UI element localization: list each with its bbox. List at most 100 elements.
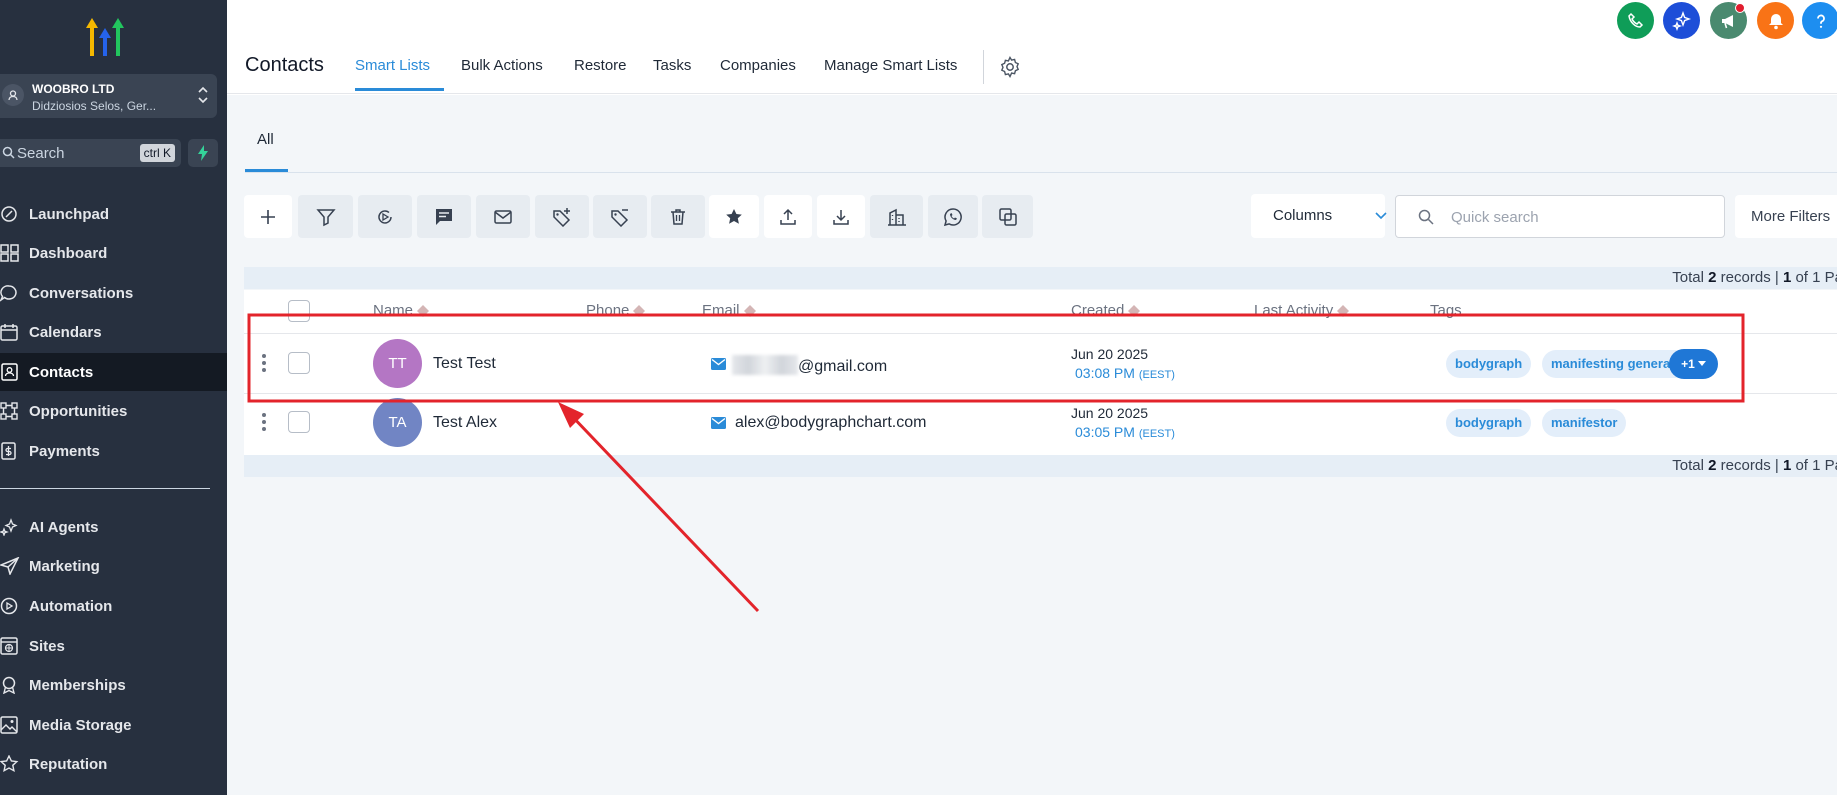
import-button[interactable] xyxy=(817,195,865,238)
add-contact-button[interactable] xyxy=(244,195,292,238)
search-shortcut: ctrl K xyxy=(139,144,175,162)
select-all-checkbox[interactable] xyxy=(288,300,310,322)
automation-button[interactable] xyxy=(358,195,412,238)
column-header-name[interactable]: Name xyxy=(373,302,430,319)
plus-icon xyxy=(261,209,275,224)
sidebar-item-calendars[interactable]: Calendars xyxy=(0,313,227,351)
review-request-button[interactable] xyxy=(709,195,759,238)
row-checkbox[interactable] xyxy=(288,352,310,374)
image-icon xyxy=(0,716,18,734)
more-filters-button[interactable]: More Filters xyxy=(1735,195,1837,238)
automation-icon xyxy=(0,597,18,615)
whatsapp-button[interactable] xyxy=(928,195,978,238)
avatar[interactable]: TA xyxy=(373,398,422,447)
quick-action-button[interactable] xyxy=(188,139,218,167)
contact-email[interactable]: @gmail.com xyxy=(732,355,887,376)
created-time: 03:05 PM (EEST) xyxy=(1075,424,1175,440)
sidebar-item-ai-agents[interactable]: AI Agents xyxy=(0,508,227,546)
tag-badge[interactable]: bodygraph xyxy=(1446,409,1532,437)
lightning-icon xyxy=(198,145,208,161)
more-tags-button[interactable]: +1 xyxy=(1669,349,1718,379)
sidebar-item-opportunities[interactable]: Opportunities xyxy=(0,392,227,430)
tab-manage-smart-lists[interactable]: Manage Smart Lists xyxy=(824,57,957,74)
page-title: Contacts xyxy=(245,54,324,76)
redacted-text xyxy=(732,355,798,375)
tab-smart-lists[interactable]: Smart Lists xyxy=(355,57,430,74)
location-icon xyxy=(2,84,24,106)
mail-icon xyxy=(711,417,726,429)
sidebar-item-launchpad[interactable]: Launchpad xyxy=(0,195,227,233)
tab-restore[interactable]: Restore xyxy=(574,57,627,74)
sparkle-icon xyxy=(0,518,18,536)
tag-badge[interactable]: manifestor xyxy=(1542,409,1627,437)
chevron-up-down-icon xyxy=(198,86,208,104)
row-menu-icon[interactable] xyxy=(261,412,267,432)
column-header-phone[interactable]: Phone xyxy=(586,302,646,319)
quick-search-input[interactable] xyxy=(1451,207,1711,227)
sidebar-item-media-storage[interactable]: Media Storage xyxy=(0,706,227,744)
chevron-down-icon xyxy=(1375,212,1387,220)
mail-icon xyxy=(711,358,726,370)
app-logo[interactable] xyxy=(82,16,128,56)
announcements-button[interactable] xyxy=(1710,2,1747,39)
sidebar-item-sites[interactable]: Sites xyxy=(0,627,227,665)
download-icon xyxy=(833,209,849,225)
contacts-table: Name Phone Email Created Last Activity T… xyxy=(244,290,1837,455)
sidebar-search[interactable]: Search ctrl K xyxy=(0,139,181,167)
whatsapp-icon xyxy=(943,207,962,226)
column-header-tags: Tags xyxy=(1430,302,1462,319)
delete-button[interactable] xyxy=(651,195,705,238)
column-header-last-activity[interactable]: Last Activity xyxy=(1254,302,1350,319)
sidebar-item-automation[interactable]: Automation xyxy=(0,587,227,625)
account-address: Didziosios Selos, Ger... xyxy=(32,99,157,113)
sort-icon xyxy=(417,304,430,317)
created-date: Jun 20 2025 xyxy=(1071,405,1149,421)
contact-name[interactable]: Test Test xyxy=(433,355,496,373)
sidebar-search-placeholder: Search xyxy=(17,145,65,162)
tab-tasks[interactable]: Tasks xyxy=(653,57,691,74)
sidebar-item-dashboard[interactable]: Dashboard xyxy=(0,234,227,272)
notification-dot xyxy=(1735,3,1745,13)
avatar[interactable]: TT xyxy=(373,339,422,388)
account-switcher[interactable]: WOOBRO LTD Didziosios Selos, Ger... xyxy=(0,74,217,118)
row-checkbox[interactable] xyxy=(288,411,310,433)
remove-tag-button[interactable] xyxy=(593,195,647,238)
sidebar-item-conversations[interactable]: Conversations xyxy=(0,274,227,312)
row-divider xyxy=(244,393,1837,394)
send-email-button[interactable] xyxy=(476,195,530,238)
ai-assistant-button[interactable] xyxy=(1663,2,1700,39)
copy-icon xyxy=(998,207,1017,226)
funnel-icon xyxy=(0,402,18,420)
help-button[interactable] xyxy=(1802,2,1837,39)
sidebar-item-payments[interactable]: Payments xyxy=(0,432,227,470)
add-tag-button[interactable] xyxy=(535,195,589,238)
sidebar-item-reputation[interactable]: Reputation xyxy=(0,745,227,783)
tab-companies[interactable]: Companies xyxy=(720,57,796,74)
main-content: All Columns Quick search More Filters To… xyxy=(227,95,1837,795)
contact-email[interactable]: alex@bodygraphchart.com xyxy=(735,414,926,432)
contacts-icon xyxy=(1,363,18,381)
column-header-email[interactable]: Email xyxy=(702,302,757,319)
tab-bulk-actions[interactable]: Bulk Actions xyxy=(461,57,543,74)
merge-button[interactable] xyxy=(982,195,1033,238)
phone-button[interactable] xyxy=(1617,2,1654,39)
filter-button[interactable] xyxy=(298,195,353,238)
column-header-created[interactable]: Created xyxy=(1071,302,1141,319)
export-button[interactable] xyxy=(764,195,812,238)
sidebar-item-memberships[interactable]: Memberships xyxy=(0,666,227,704)
columns-button[interactable]: Columns xyxy=(1251,194,1387,238)
add-to-company-button[interactable] xyxy=(870,195,923,238)
row-menu-icon[interactable] xyxy=(261,353,267,373)
mail-icon xyxy=(494,209,512,224)
send-sms-button[interactable] xyxy=(417,195,471,238)
tag-remove-icon xyxy=(611,208,629,227)
notifications-button[interactable] xyxy=(1757,2,1794,39)
summary-bar-bottom: Total 2 records | 1 of 1 Pa xyxy=(244,455,1837,477)
gear-icon[interactable] xyxy=(999,56,1021,78)
subtab-all[interactable]: All xyxy=(257,131,274,148)
filter-icon xyxy=(315,208,336,226)
sidebar-item-contacts[interactable]: Contacts xyxy=(0,353,227,391)
contact-name[interactable]: Test Alex xyxy=(433,414,497,432)
tag-badge[interactable]: bodygraph xyxy=(1446,350,1532,378)
sidebar-item-marketing[interactable]: Marketing xyxy=(0,547,227,585)
